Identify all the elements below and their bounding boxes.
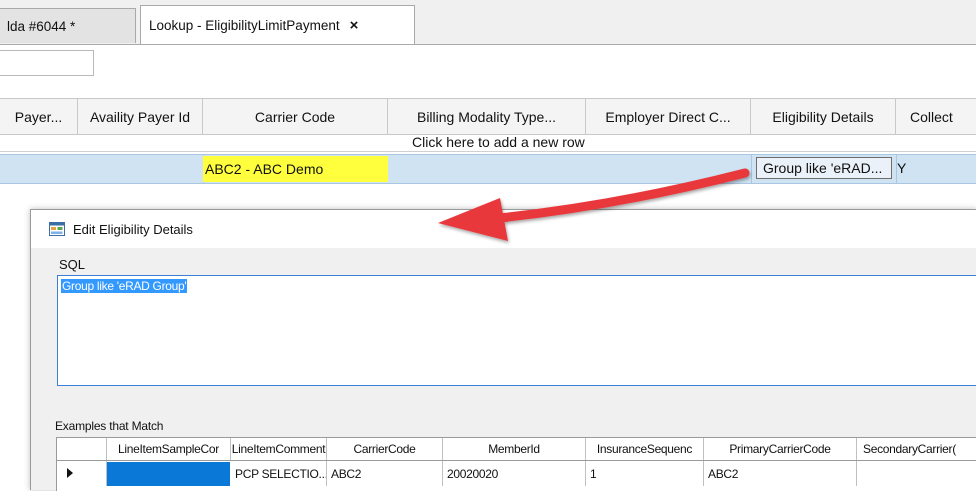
grid-header: Payer... Availity Payer Id Carrier Code … (0, 98, 976, 135)
edit-eligibility-details-dialog: Edit Eligibility Details SQL Group like … (30, 209, 976, 491)
tab-ida-6044[interactable]: lda #6044 * (0, 8, 136, 43)
column-header-employer-direct[interactable]: Employer Direct C... (586, 99, 751, 134)
cell-secondarycarrier[interactable] (857, 461, 976, 486)
cell-lineitemcomment[interactable]: PCP SELECTIO... (231, 461, 327, 486)
column-header-eligibility-details[interactable]: Eligibility Details (751, 99, 896, 134)
cell-memberid[interactable]: 20020020 (443, 461, 586, 486)
column-header-lineitemcomment[interactable]: LineItemComment (231, 438, 327, 460)
column-header-secondarycarrier[interactable]: SecondaryCarrier( (857, 438, 976, 460)
add-new-row[interactable]: Click here to add a new row (0, 133, 976, 152)
close-tab-icon[interactable]: × (350, 17, 359, 34)
form-window-icon (49, 222, 65, 236)
sql-textarea[interactable]: Group like 'eRAD Group' (57, 275, 976, 386)
add-new-row-text: Click here to add a new row (412, 134, 585, 150)
examples-grid-header: LineItemSampleCor LineItemComment Carrie… (57, 438, 976, 461)
column-header-carriercode[interactable]: CarrierCode (327, 438, 443, 460)
tab-strip: lda #6044 * Lookup - EligibilityLimitPay… (0, 0, 976, 45)
row-header-corner (57, 438, 107, 460)
sql-selected-text[interactable]: Group like 'eRAD Group' (61, 279, 188, 293)
dialog-title: Edit Eligibility Details (73, 221, 193, 237)
selected-cell-lineitemsamplecor[interactable] (107, 462, 230, 486)
cell-carriercode[interactable]: ABC2 (327, 461, 443, 486)
column-header-memberid[interactable]: MemberId (443, 438, 586, 460)
examples-grid[interactable]: LineItemSampleCor LineItemComment Carrie… (56, 437, 976, 491)
cell-divider (751, 155, 752, 183)
column-header-payer[interactable]: Payer... (0, 99, 78, 134)
row-header (57, 461, 107, 486)
column-header-lineitemsamplecor[interactable]: LineItemSampleCor (107, 438, 231, 460)
cell-insurancesequence[interactable]: 1 (586, 461, 704, 486)
tab-label: Lookup - EligibilityLimitPayment (149, 17, 340, 33)
filter-input[interactable] (0, 50, 94, 76)
column-header-carrier-code[interactable]: Carrier Code (203, 99, 388, 134)
column-header-availity-payer-id[interactable]: Availity Payer Id (78, 99, 203, 134)
row-pointer-icon (67, 468, 73, 478)
carrier-code-cell[interactable]: ABC2 - ABC Demo (203, 156, 388, 182)
column-header-billing-modality-type[interactable]: Billing Modality Type... (388, 99, 586, 134)
column-header-insurancesequence[interactable]: InsuranceSequenc (586, 438, 704, 460)
column-header-collect[interactable]: Collect (896, 99, 976, 134)
sql-label: SQL (59, 257, 86, 272)
table-row[interactable]: ABC2 - ABC Demo Group like 'eRAD... Y (0, 154, 976, 184)
cell-primarycarriercode[interactable]: ABC2 (704, 461, 857, 486)
tab-label: lda #6044 * (7, 18, 76, 34)
dialog-title-bar: Edit Eligibility Details (31, 210, 976, 248)
collect-cell[interactable]: Y (897, 157, 906, 179)
column-header-primarycarriercode[interactable]: PrimaryCarrierCode (704, 438, 857, 460)
examples-label: Examples that Match (55, 419, 164, 433)
tab-lookup-eligibility-limit-payment[interactable]: Lookup - EligibilityLimitPayment × (140, 5, 415, 44)
eligibility-details-cell[interactable]: Group like 'eRAD... (756, 157, 892, 179)
table-row[interactable]: PCP SELECTIO... ABC2 20020020 1 ABC2 (57, 461, 976, 486)
